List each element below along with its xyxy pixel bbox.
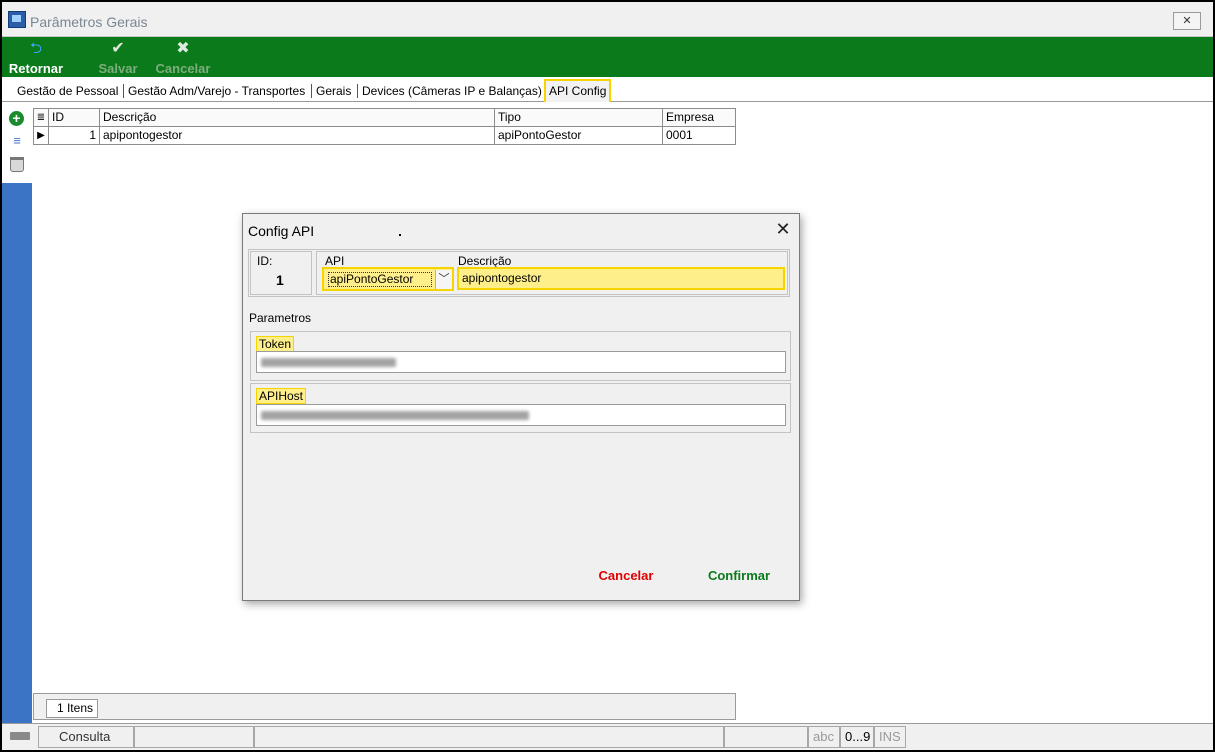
stray-dot [399,234,401,236]
status-digits: 0...9 [840,726,874,748]
tab-separator [357,84,358,98]
delete-icon[interactable] [10,157,24,172]
app-icon [8,11,26,28]
cancelar-toolbar-label: Cancelar [155,61,211,76]
status-panel-empty [134,726,254,748]
column-header-empresa[interactable]: Empresa [662,108,736,127]
confirm-button[interactable]: Confirmar [700,566,778,586]
apihost-input[interactable] [256,404,786,426]
tab-gestao-adm-varejo[interactable]: Gestão Adm/Varejo - Transportes [125,82,308,100]
window-close-button[interactable]: ✕ [1173,12,1201,30]
token-label: Token [256,336,295,352]
tab-devices[interactable]: Devices (Câmeras IP e Balanças) [359,82,545,100]
title-bar [2,2,1213,37]
cancel-button[interactable]: Cancelar [590,566,662,586]
dialog-close-button[interactable]: ✕ [773,219,793,239]
chevron-down-icon[interactable]: ﹀ [435,270,452,289]
token-input[interactable] [256,351,786,373]
grid-row-selector-header[interactable]: ≣ [33,108,49,127]
side-toolbar [2,103,32,723]
api-label: API [325,254,345,268]
status-ins: INS [874,726,906,748]
redacted-value [261,411,529,420]
tab-separator [311,84,312,98]
check-icon: ✔ [111,40,125,57]
tab-api-config[interactable]: API Config [544,79,612,102]
retornar-label: Retornar [8,61,64,76]
column-header-descricao[interactable]: Descrição [99,108,495,127]
retornar-button[interactable]: ⮌ Retornar [4,37,68,77]
salvar-button[interactable]: ✔ Salvar [92,37,144,77]
status-abc: abc [808,726,840,748]
cancel-x-icon: ✖ [176,40,190,57]
column-header-id[interactable]: ID [48,108,100,127]
add-icon[interactable]: + [9,111,24,126]
salvar-label: Salvar [98,61,138,76]
status-panel-empty [724,726,808,748]
tab-separator [123,84,124,98]
tab-gestao-pessoal[interactable]: Gestão de Pessoal [14,82,121,100]
dialog-title: Config API [248,223,315,239]
window-title: Parâmetros Gerais [30,14,148,30]
keyboard-icon [10,732,30,740]
parametros-label: Parametros [249,311,312,325]
table-cell-descricao[interactable]: apipontogestor [99,126,495,145]
api-select-value[interactable]: apiPontoGestor [328,272,432,287]
edit-icon[interactable]: ≡ [9,134,25,148]
table-cell-tipo[interactable]: apiPontoGestor [494,126,663,145]
grid-footer [33,693,736,720]
table-cell-empresa[interactable]: 0001 [662,126,736,145]
status-mode: Consulta [38,726,134,748]
cancelar-toolbar-button[interactable]: ✖ Cancelar [150,37,216,77]
row-selector-icon[interactable]: ▶ [33,126,49,145]
table-cell-id[interactable]: 1 [48,126,100,145]
back-arrow-icon: ⮌ [29,40,43,57]
id-label: ID: [257,254,273,268]
column-header-tipo[interactable]: Tipo [494,108,663,127]
id-value: 1 [276,272,284,288]
redacted-value [261,358,396,367]
descricao-label: Descrição [458,254,512,268]
tab-gerais[interactable]: Gerais [313,82,354,100]
items-count: 1 Itens [46,699,98,718]
apihost-label: APIHost [256,388,307,404]
descricao-input[interactable]: apipontogestor [457,267,785,290]
status-panel-empty [254,726,724,748]
